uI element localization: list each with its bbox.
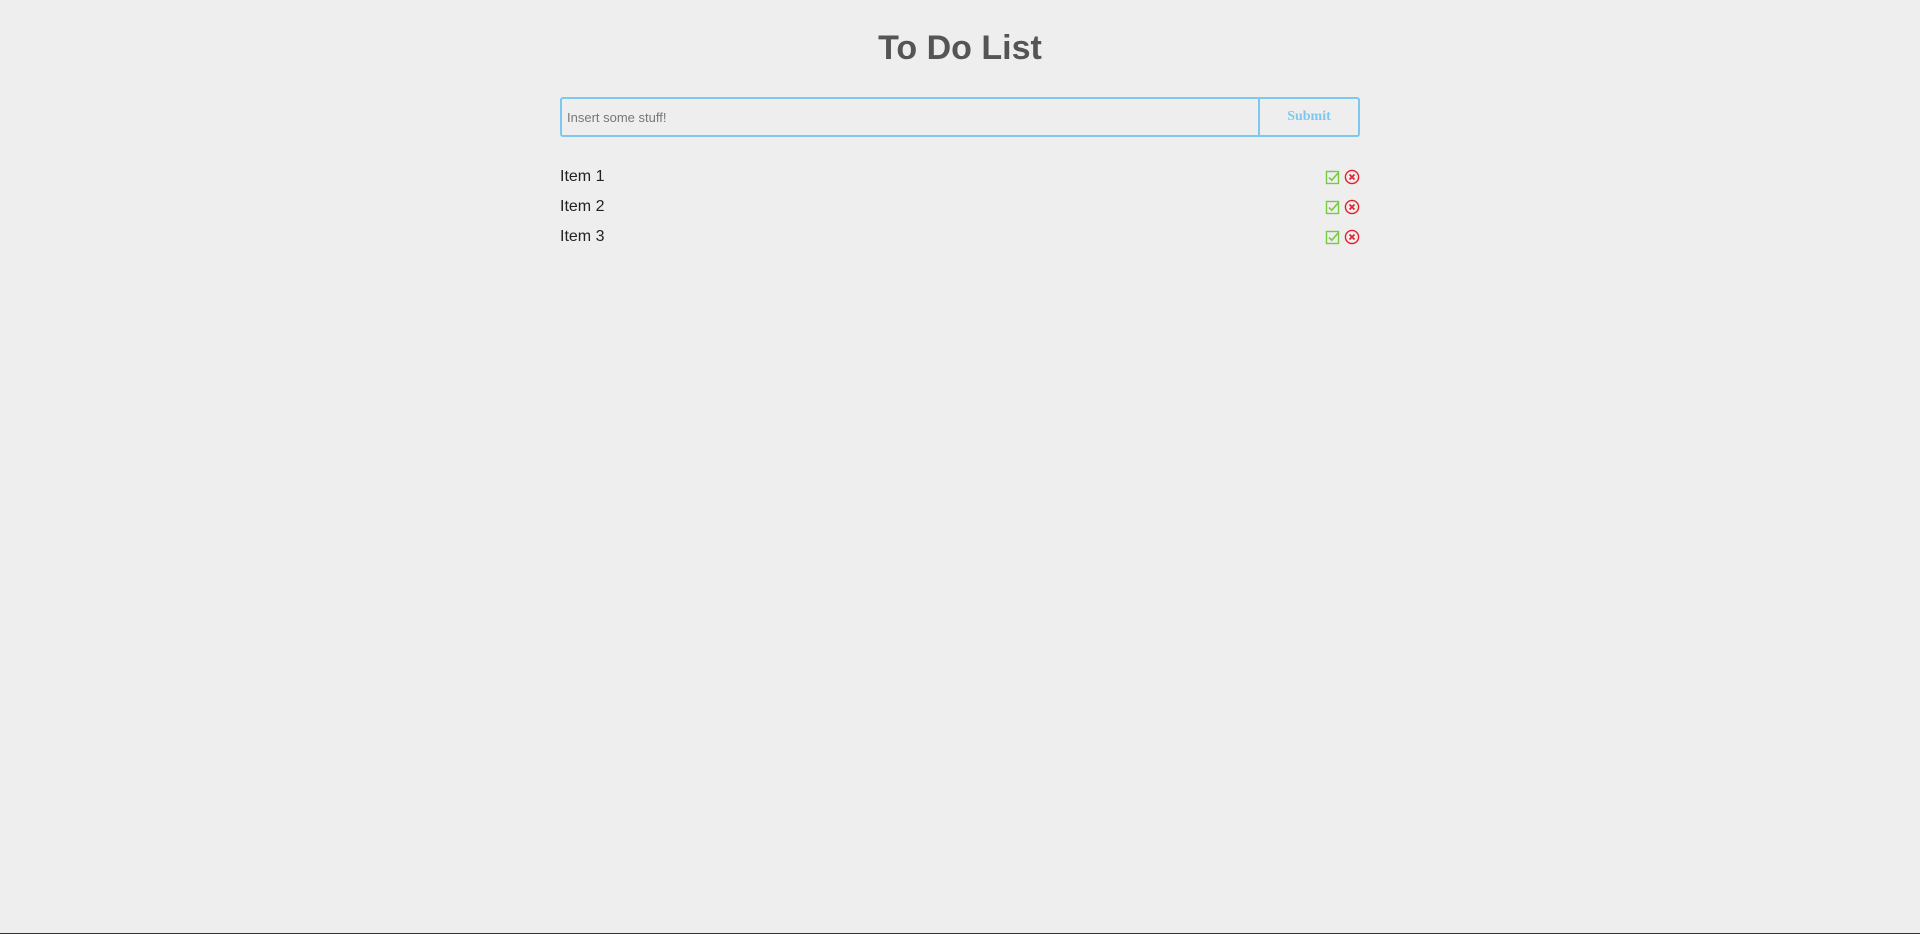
new-item-input[interactable] (562, 99, 1260, 135)
circle-x-icon[interactable] (1344, 169, 1360, 185)
list-item-label: Item 2 (560, 198, 605, 215)
checkbox-check-icon[interactable] (1325, 199, 1341, 215)
circle-x-icon[interactable] (1344, 199, 1360, 215)
add-item-form: Submit (560, 97, 1360, 137)
checkbox-check-icon[interactable] (1325, 229, 1341, 245)
list-item: Item 3 (560, 222, 1360, 252)
list-item-label: Item 3 (560, 228, 605, 245)
list-item-actions (1325, 229, 1360, 245)
checkbox-check-icon[interactable] (1325, 169, 1341, 185)
submit-button[interactable]: Submit (1260, 99, 1358, 135)
todo-list: Item 1 Item 2 Item 3 (560, 162, 1360, 252)
page-title: To Do List (878, 29, 1042, 67)
todo-container: To Do List Submit Item 1 Item 2 (560, 0, 1360, 252)
list-item: Item 1 (560, 162, 1360, 192)
circle-x-icon[interactable] (1344, 229, 1360, 245)
list-item: Item 2 (560, 192, 1360, 222)
list-item-label: Item 1 (560, 168, 605, 185)
list-item-actions (1325, 199, 1360, 215)
todo-app: To Do List Submit Item 1 Item 2 (0, 0, 1920, 934)
list-item-actions (1325, 169, 1360, 185)
